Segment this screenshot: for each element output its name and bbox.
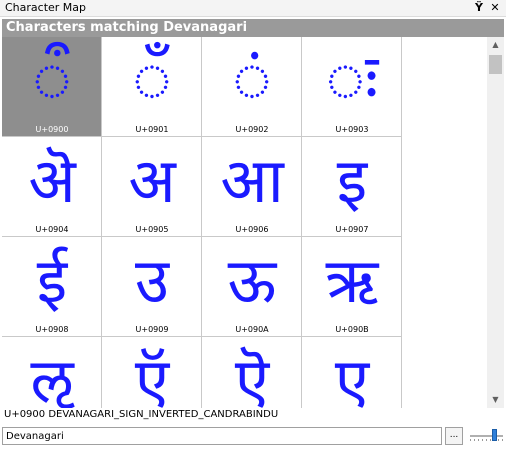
character-code: U+0901 bbox=[135, 125, 169, 134]
character-cell[interactable]: ई U+0908 bbox=[2, 237, 102, 337]
character-code: U+090B bbox=[335, 325, 369, 334]
character-cell[interactable]: अ U+0905 bbox=[102, 137, 202, 237]
character-cell[interactable]: ◌ं U+0902 bbox=[202, 37, 302, 137]
character-code: U+0904 bbox=[35, 225, 69, 234]
character-cell[interactable]: ऍU+090D bbox=[102, 337, 202, 408]
character-code: U+090A bbox=[235, 325, 269, 334]
window-titlebar: Character Map Ÿ ✕ bbox=[0, 0, 506, 17]
character-glyph: ऍ bbox=[134, 344, 170, 408]
character-code: U+0905 bbox=[135, 225, 169, 234]
search-input[interactable] bbox=[2, 427, 442, 445]
character-glyph: इ bbox=[336, 144, 368, 217]
character-glyph: ◌ं bbox=[232, 40, 272, 117]
character-grid: ◌ऀ U+0900 ◌ँ U+0901 ◌ं U+0902 ◌ः U+0903 ऄ U+0904 अ… bbox=[2, 37, 402, 408]
character-glyph: अ bbox=[128, 144, 176, 217]
window-title: Character Map bbox=[5, 1, 87, 14]
selected-character-description: U+0900 DEVANAGARI_SIGN_INVERTED_CANDRABI… bbox=[4, 409, 279, 420]
character-glyph: ऋ bbox=[325, 244, 379, 317]
character-glyph: ◌ः bbox=[325, 40, 379, 117]
scrollbar-thumb[interactable] bbox=[489, 55, 502, 74]
zoom-slider-thumb[interactable] bbox=[492, 429, 497, 441]
close-icon[interactable]: ✕ bbox=[488, 0, 502, 16]
results-header: Characters matching Devanagari bbox=[2, 19, 504, 37]
character-code: U+0902 bbox=[235, 125, 269, 134]
character-code: U+0900 bbox=[35, 125, 69, 134]
character-cell[interactable]: ऌU+090C bbox=[2, 337, 102, 408]
zoom-slider-track bbox=[470, 435, 503, 437]
results-header-text: Characters matching Devanagari bbox=[6, 20, 248, 35]
browse-button[interactable]: ... bbox=[445, 427, 463, 445]
vertical-scrollbar[interactable]: ▲ ▼ bbox=[487, 37, 504, 408]
character-cell[interactable]: ◌ऀ U+0900 bbox=[2, 37, 102, 137]
character-glyph: ◌ँ bbox=[132, 40, 172, 117]
character-code: U+0903 bbox=[335, 125, 369, 134]
character-glyph: उ bbox=[135, 244, 169, 317]
character-map-panel: Characters matching Devanagari ◌ऀ U+0900 ◌… bbox=[0, 17, 506, 409]
character-code: U+0909 bbox=[135, 325, 169, 334]
character-code: U+0907 bbox=[335, 225, 369, 234]
character-cell[interactable]: ऋ U+090B bbox=[302, 237, 402, 337]
character-cell[interactable]: ऎU+090E bbox=[202, 337, 302, 408]
character-glyph: ◌ऀ bbox=[32, 40, 72, 117]
character-glyph: ऎ bbox=[234, 344, 270, 408]
character-code: U+0908 bbox=[35, 325, 69, 334]
scroll-up-arrow-icon[interactable]: ▲ bbox=[487, 37, 504, 53]
character-cell[interactable]: ◌ँ U+0901 bbox=[102, 37, 202, 137]
pin-icon[interactable]: Ÿ bbox=[472, 0, 486, 16]
character-glyph: ऄ bbox=[28, 144, 76, 217]
character-cell[interactable]: ऄ U+0904 bbox=[2, 137, 102, 237]
zoom-slider[interactable] bbox=[470, 428, 503, 442]
character-cell[interactable]: एU+090F bbox=[302, 337, 402, 408]
character-grid-viewport: ◌ऀ U+0900 ◌ँ U+0901 ◌ं U+0902 ◌ः U+0903 ऄ U+0904 अ… bbox=[2, 37, 486, 408]
scroll-down-arrow-icon[interactable]: ▼ bbox=[487, 392, 504, 408]
character-glyph: ए bbox=[334, 344, 370, 408]
character-code: U+0906 bbox=[235, 225, 269, 234]
character-cell[interactable]: ऊ U+090A bbox=[202, 237, 302, 337]
character-cell[interactable]: इ U+0907 bbox=[302, 137, 402, 237]
character-glyph: ऊ bbox=[227, 244, 277, 317]
character-glyph: ई bbox=[36, 244, 68, 317]
character-cell[interactable]: उ U+0909 bbox=[102, 237, 202, 337]
character-cell[interactable]: आ U+0906 bbox=[202, 137, 302, 237]
character-glyph: ऌ bbox=[30, 344, 74, 408]
character-glyph: आ bbox=[220, 144, 284, 217]
zoom-slider-ticks bbox=[470, 439, 503, 441]
character-cell[interactable]: ◌ः U+0903 bbox=[302, 37, 402, 137]
